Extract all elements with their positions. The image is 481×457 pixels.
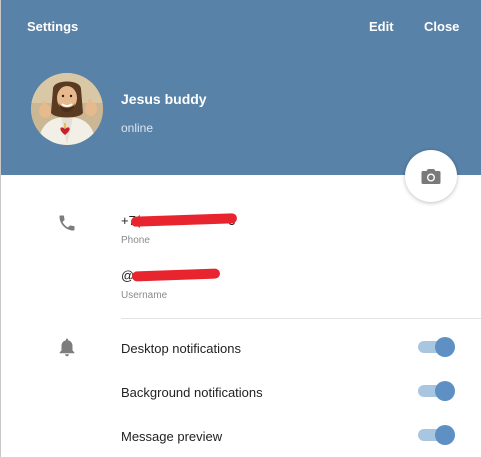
phone-icon [56,212,78,234]
message-preview-toggle[interactable] [418,425,456,445]
profile-status: online [121,121,154,135]
avatar[interactable] [31,73,103,145]
close-button[interactable]: Close [424,19,459,34]
toggle-knob [435,425,455,445]
edit-button[interactable]: Edit [369,19,394,34]
title-bar: Settings Edit Close [1,0,481,54]
settings-window: Settings Edit Close Jesus buddy online P… [0,0,481,457]
toggle-knob [435,381,455,401]
profile-name: Jesus buddy [121,91,207,107]
desktop-notifications-label: Desktop notifications [121,341,241,356]
background-notifications-label: Background notifications [121,385,263,400]
bell-icon [56,336,78,358]
phone-label: Phone [121,235,150,246]
avatar-image [31,73,103,145]
username-redaction [131,268,221,282]
section-divider [121,318,481,319]
settings-header: Settings Edit Close Jesus buddy online [1,0,481,175]
message-preview-label: Message preview [121,429,223,444]
settings-title: Settings [27,19,79,34]
change-photo-button[interactable] [405,150,457,202]
toggle-knob [435,337,455,357]
desktop-notifications-toggle[interactable] [418,337,456,357]
camera-icon [421,169,441,184]
username-label: Username [121,290,168,301]
background-notifications-toggle[interactable] [418,381,456,401]
